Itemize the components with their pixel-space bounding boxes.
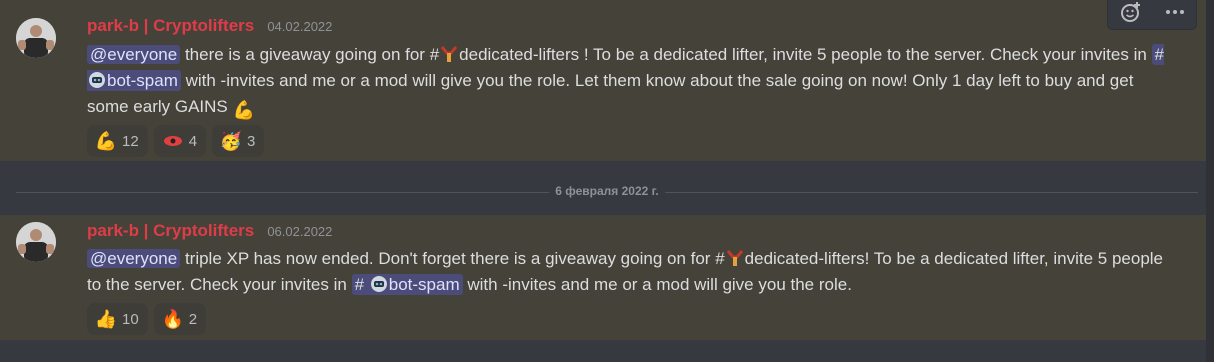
reaction-custom-shaker[interactable]: 4 (153, 125, 207, 157)
timestamp[interactable]: 06.02.2022 (267, 224, 332, 239)
message-text: ! To be a dedicated lifter, invite 5 peo… (579, 45, 1152, 64)
reaction-count: 4 (188, 132, 198, 150)
scrollbar-track[interactable] (1206, 0, 1214, 362)
reactions-bar: 👍 10 🔥 2 (87, 303, 207, 335)
author-name[interactable]: park-b | Cryptolifters (87, 16, 254, 35)
avatar[interactable] (16, 222, 56, 262)
author-name[interactable]: park-b | Cryptolifters (87, 221, 254, 240)
reaction-flexed-biceps[interactable]: 💪 12 (87, 125, 148, 157)
partying-face-icon: 🥳 (219, 130, 243, 151)
reaction-count: 12 (122, 132, 139, 150)
reactions-bar: 💪 12 4 🥳 3 (87, 125, 265, 157)
message-text: with -invites and me or a mod will give … (462, 275, 852, 294)
flexed-biceps-emoji-icon: 💪 (232, 100, 255, 120)
reaction-fire[interactable]: 🔥 2 (153, 303, 207, 335)
thumbs-up-icon: 👍 (94, 308, 118, 329)
dumbbell-emoji-icon (726, 250, 743, 266)
hash-icon: # (354, 275, 365, 294)
message-content: @everyone triple XP has now ended. Don't… (87, 246, 1177, 298)
reaction-count: 2 (188, 310, 198, 328)
add-reaction-icon[interactable] (1120, 1, 1142, 23)
date-divider-label: 6 февраля 2022 г. (549, 184, 665, 198)
reaction-count: 10 (122, 310, 139, 328)
fire-icon: 🔥 (161, 308, 184, 329)
channel-mention-bot-spam[interactable]: # bot-spam (351, 274, 463, 295)
channel-label: bot-spam (107, 71, 178, 90)
everyone-mention[interactable]: @everyone (87, 249, 181, 268)
reaction-thumbs-up[interactable]: 👍 10 (87, 303, 148, 335)
robot-icon (89, 72, 105, 88)
message-header: park-b | Cryptolifters 06.02.2022 (87, 221, 332, 241)
custom-shaker-icon (163, 131, 183, 151)
message-text: there is a giveaway going on for # (184, 45, 440, 64)
channel-link-dedicated-lifters[interactable]: dedicated-lifters (459, 45, 579, 64)
timestamp[interactable]: 04.02.2022 (267, 19, 332, 34)
flexed-biceps-icon: 💪 (94, 130, 118, 151)
everyone-mention[interactable]: @everyone (87, 45, 181, 64)
channel-link-dedicated-lifters[interactable]: dedicated-lifters (745, 249, 865, 268)
message-text: triple XP has now ended. Don't forget th… (184, 249, 725, 268)
robot-icon (370, 276, 387, 292)
message-toolbar (1107, 0, 1197, 30)
avatar[interactable] (16, 18, 56, 58)
more-icon[interactable] (1165, 9, 1185, 15)
message-content: @everyone there is a giveaway going on f… (87, 42, 1177, 120)
hash-icon: # (1154, 45, 1164, 64)
message-header: park-b | Cryptolifters 04.02.2022 (87, 16, 332, 36)
channel-label: bot-spam (388, 275, 460, 294)
dumbbell-emoji-icon (441, 46, 458, 62)
reaction-count: 3 (247, 132, 256, 150)
reaction-partying-face[interactable]: 🥳 3 (212, 125, 265, 157)
